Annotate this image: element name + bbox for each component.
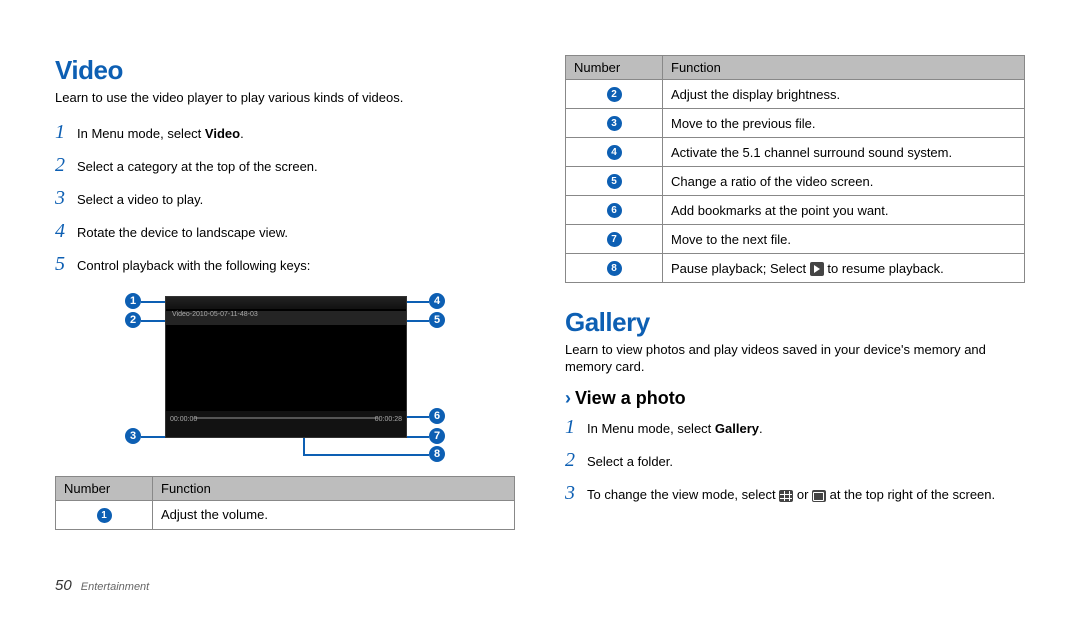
callout-6-icon: 6 [429, 408, 445, 424]
right-column: Number Function 2 Adjust the display bri… [565, 55, 1025, 530]
step-text: Select a folder. [587, 453, 1025, 471]
step-number: 1 [55, 119, 77, 146]
video-player-figure: Video-2010-05-07-11-48-03 00:00:00 00:00… [125, 286, 445, 466]
callout-7-icon: 7 [429, 428, 445, 444]
step-number: 5 [55, 251, 77, 278]
table-row: 6 Add bookmarks at the point you want. [566, 196, 1025, 225]
left-column: Video Learn to use the video player to p… [55, 55, 515, 530]
play-icon [810, 262, 824, 276]
figure-filename: Video-2010-05-07-11-48-03 [172, 311, 258, 318]
gallery-heading: Gallery [565, 307, 1025, 338]
row-function-text: Add bookmarks at the point you want. [663, 196, 1025, 225]
table-header-number: Number [56, 476, 153, 500]
figure-time-left: 00:00:00 [170, 416, 197, 423]
row-number-icon: 1 [97, 508, 112, 523]
gallery-intro: Learn to view photos and play videos sav… [565, 342, 1025, 376]
step-number: 3 [55, 185, 77, 212]
step-number: 3 [565, 480, 587, 507]
figure-time-right: 00:00:28 [375, 416, 402, 423]
callout-4-icon: 4 [429, 293, 445, 309]
page-number: 50 [55, 577, 72, 594]
step-number: 2 [55, 152, 77, 179]
row-function-text: Change a ratio of the video screen. [663, 167, 1025, 196]
table-row: 1 Adjust the volume. [56, 500, 515, 529]
table-header-number: Number [566, 56, 663, 80]
row-number-icon: 3 [607, 116, 622, 131]
step-text: Control playback with the following keys… [77, 257, 515, 275]
callout-8-icon: 8 [429, 446, 445, 462]
chapter-name: Entertainment [81, 581, 149, 593]
table-row: 2 Adjust the display brightness. [566, 80, 1025, 109]
grid-view-icon [779, 490, 793, 502]
video-heading: Video [55, 55, 515, 86]
step-number: 2 [565, 447, 587, 474]
row-number-icon: 6 [607, 203, 622, 218]
function-table-right: Number Function 2 Adjust the display bri… [565, 55, 1025, 283]
step-number: 1 [565, 414, 587, 441]
table-header-function: Function [663, 56, 1025, 80]
stack-view-icon [812, 490, 826, 502]
row-number-icon: 4 [607, 145, 622, 160]
table-row: 4 Activate the 5.1 channel surround soun… [566, 138, 1025, 167]
row-function-text: Move to the previous file. [663, 109, 1025, 138]
row-function-text: Activate the 5.1 channel surround sound … [663, 138, 1025, 167]
step-text: To change the view mode, select or at th… [587, 486, 1025, 504]
video-intro: Learn to use the video player to play va… [55, 90, 515, 107]
table-row: 5 Change a ratio of the video screen. [566, 167, 1025, 196]
callout-1-icon: 1 [125, 293, 141, 309]
step-text: In Menu mode, select Video. [77, 125, 515, 143]
step-number: 4 [55, 218, 77, 245]
row-function-text: Adjust the display brightness. [663, 80, 1025, 109]
gallery-steps: 1 In Menu mode, select Gallery. 2 Select… [565, 414, 1025, 507]
function-table-left: Number Function 1 Adjust the volume. [55, 476, 515, 530]
table-row: 3 Move to the previous file. [566, 109, 1025, 138]
table-header-function: Function [153, 476, 515, 500]
video-player-screenshot: Video-2010-05-07-11-48-03 00:00:00 00:00… [165, 296, 407, 438]
row-number-icon: 2 [607, 87, 622, 102]
step-text: Rotate the device to landscape view. [77, 224, 515, 242]
row-function-text: Pause playback; Select to resume playbac… [663, 254, 1025, 283]
video-steps: 1 In Menu mode, select Video. 2 Select a… [55, 119, 515, 278]
callout-3-icon: 3 [125, 428, 141, 444]
row-number-icon: 7 [607, 232, 622, 247]
chevron-icon: › [565, 388, 571, 408]
step-text: Select a video to play. [77, 191, 515, 209]
step-text: Select a category at the top of the scre… [77, 158, 515, 176]
step-text: In Menu mode, select Gallery. [587, 420, 1025, 438]
view-photo-subheading: ›View a photo [565, 388, 1025, 409]
callout-2-icon: 2 [125, 312, 141, 328]
callout-5-icon: 5 [429, 312, 445, 328]
row-function-text: Move to the next file. [663, 225, 1025, 254]
table-row: 7 Move to the next file. [566, 225, 1025, 254]
row-number-icon: 5 [607, 174, 622, 189]
row-number-icon: 8 [607, 261, 622, 276]
row-function-text: Adjust the volume. [153, 500, 515, 529]
page-footer: 50 Entertainment [55, 577, 149, 594]
table-row: 8 Pause playback; Select to resume playb… [566, 254, 1025, 283]
